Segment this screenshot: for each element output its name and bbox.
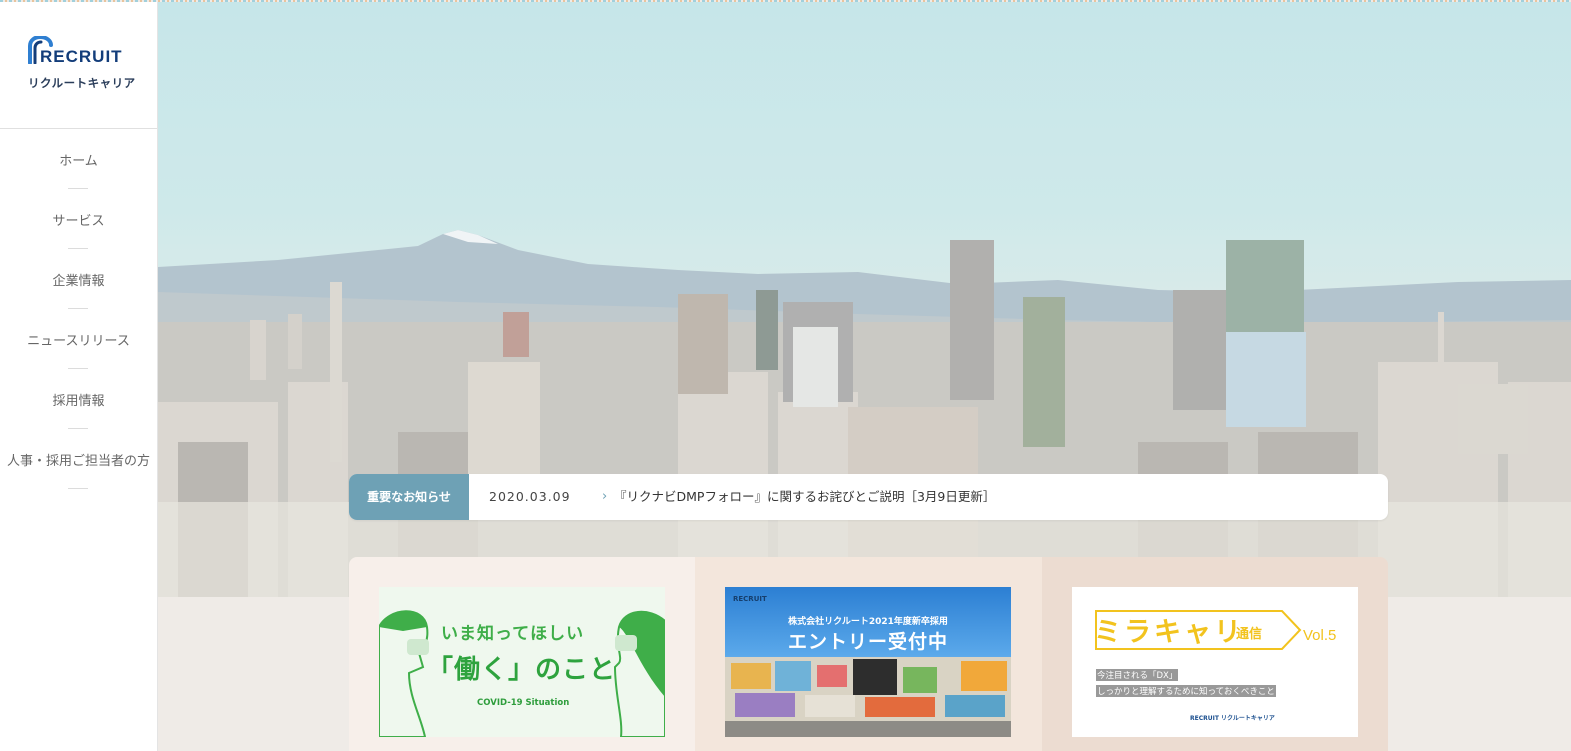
nav-label: 採用情報 (52, 394, 105, 409)
covid-banner[interactable]: いま知ってほしい 「働く」のこと COVID-19 Situation (379, 587, 665, 737)
logo-text-en: RECRUIT (40, 47, 123, 66)
miracari-line2: しっかりと理解するために知っておくべきこと (1096, 685, 1276, 697)
nav-item-service[interactable]: サービス (0, 189, 157, 249)
logo-text-ja: リクルートキャリア (28, 76, 136, 90)
nav-label: ホーム (59, 154, 98, 169)
entry-banner-line1: 株式会社リクルート2021年度新卒採用 (788, 617, 948, 627)
nav-label: サービス (52, 214, 105, 229)
nav-label: 人事・採用ご担当者の方 (6, 454, 150, 469)
nav-item-recruit[interactable]: 採用情報 (0, 369, 157, 429)
entry-banner-line2: エントリー受付中 (787, 631, 948, 653)
nav-label: ニュースリリース (27, 334, 130, 349)
nav-item-company[interactable]: 企業情報 (0, 249, 157, 309)
nav-item-news[interactable]: ニュースリリース (0, 309, 157, 369)
entry-banner-logo: RECRUIT (733, 595, 767, 603)
miracari-line1: 今注目される「DX」 (1096, 669, 1179, 681)
important-notice-bar[interactable]: 重要なお知らせ 2020.03.09 › 『リクナビDMPフォロー』に関するお詫… (349, 474, 1388, 520)
miracari-subtitle: 通信 (1236, 627, 1263, 642)
miracari-banner[interactable]: ミラキャリ 通信 Vol.5 今注目される「DX」 しっかりと理解するために知っ… (1072, 587, 1358, 737)
nav-label: 企業情報 (52, 274, 105, 289)
nav-item-hr[interactable]: 人事・採用ご担当者の方 (0, 429, 157, 489)
entry-banner[interactable]: RECRUIT 株式会社リクルート2021年度新卒採用 エントリー受付中 (725, 587, 1011, 737)
notice-link[interactable]: 『リクナビDMPフォロー』に関するお詫びとご説明［3月9日更新］ (614, 474, 995, 520)
miracari-volume: Vol.5 (1303, 627, 1337, 644)
nav-divider (68, 488, 88, 489)
banner-cards: いま知ってほしい 「働く」のこと COVID-19 Situation RECR… (349, 557, 1388, 751)
sidebar: RECRUIT リクルートキャリア ホーム サービス 企業情報 ニュースリリース… (0, 2, 158, 751)
graffiti-wall-illustration (725, 657, 1011, 737)
covid-banner-line1: いま知ってほしい (441, 624, 585, 644)
chevron-right-icon: › (602, 489, 608, 504)
covid-banner-line2: 「働く」のこと (427, 655, 617, 685)
notice-date: 2020.03.09 (489, 489, 571, 504)
site-logo[interactable]: RECRUIT リクルートキャリア (0, 2, 157, 129)
miracari-footer-logo: RECRUIT リクルートキャリア (1190, 715, 1275, 722)
nav-item-home[interactable]: ホーム (0, 129, 157, 189)
card-covid: いま知ってほしい 「働く」のこと COVID-19 Situation (349, 557, 695, 751)
notice-badge: 重要なお知らせ (349, 474, 469, 520)
miracari-title: ミラキャリ (1094, 617, 1244, 648)
main-nav: ホーム サービス 企業情報 ニュースリリース 採用情報 人事・採用ご担当者の方 (0, 129, 157, 489)
card-miracari: ミラキャリ 通信 Vol.5 今注目される「DX」 しっかりと理解するために知っ… (1042, 557, 1388, 751)
covid-banner-line3: COVID-19 Situation (477, 698, 570, 708)
card-entry: RECRUIT 株式会社リクルート2021年度新卒採用 エントリー受付中 (695, 557, 1042, 751)
